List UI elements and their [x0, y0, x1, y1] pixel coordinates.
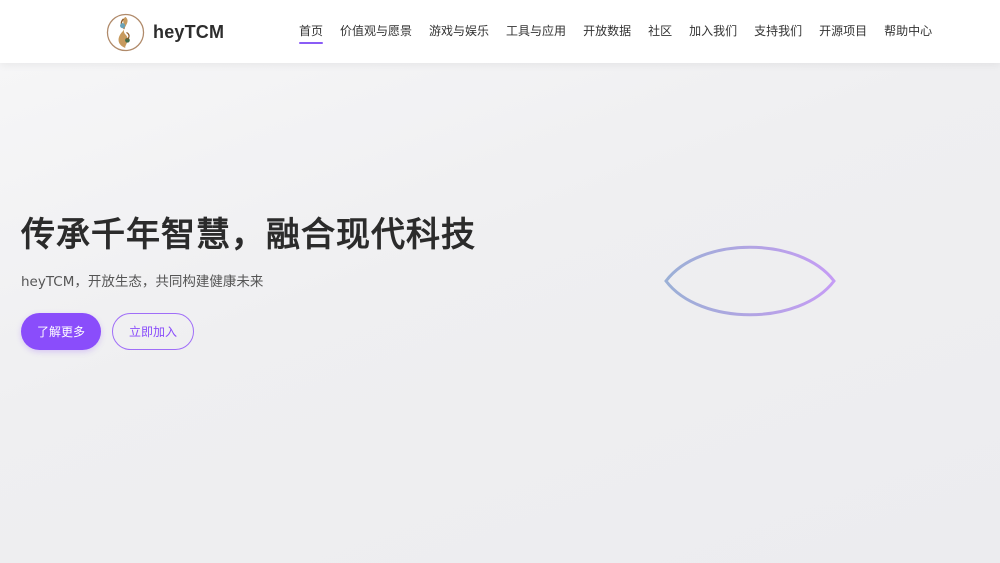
- nav-item-open-data[interactable]: 开放数据: [583, 0, 631, 63]
- nav-item-community[interactable]: 社区: [648, 0, 672, 63]
- brand-home-link[interactable]: heyTCM: [106, 12, 224, 52]
- nav-item-tools-apps[interactable]: 工具与应用: [506, 0, 566, 63]
- hero-subtitle: heyTCM，开放生态，共同构建健康未来: [21, 274, 264, 290]
- nav-item-home[interactable]: 首页: [299, 0, 324, 63]
- nav-item-join-us[interactable]: 加入我们: [689, 0, 737, 63]
- learn-more-button[interactable]: 了解更多: [21, 313, 101, 350]
- eye-outline-graphic-icon: [664, 245, 836, 317]
- join-now-button[interactable]: 立即加入: [112, 313, 194, 350]
- nav-item-open-source[interactable]: 开源项目: [819, 0, 867, 63]
- yin-yang-seahorse-logo-icon: [106, 13, 145, 51]
- nav-item-values-vision[interactable]: 价值观与愿景: [340, 0, 412, 63]
- nav-item-games-entertainment[interactable]: 游戏与娱乐: [429, 0, 489, 63]
- main-nav: 首页 价值观与愿景 游戏与娱乐 工具与应用 开放数据 社区 加入我们 支持我们 …: [299, 0, 932, 63]
- nav-item-support-us[interactable]: 支持我们: [754, 0, 802, 63]
- hero-title: 传承千年智慧，融合现代科技: [21, 215, 476, 255]
- brand-name: heyTCM: [153, 21, 225, 42]
- site-header: heyTCM 首页 价值观与愿景 游戏与娱乐 工具与应用 开放数据 社区 加入我…: [0, 0, 1000, 63]
- page: heyTCM 首页 价值观与愿景 游戏与娱乐 工具与应用 开放数据 社区 加入我…: [0, 0, 1000, 563]
- nav-item-help-center[interactable]: 帮助中心: [884, 0, 932, 63]
